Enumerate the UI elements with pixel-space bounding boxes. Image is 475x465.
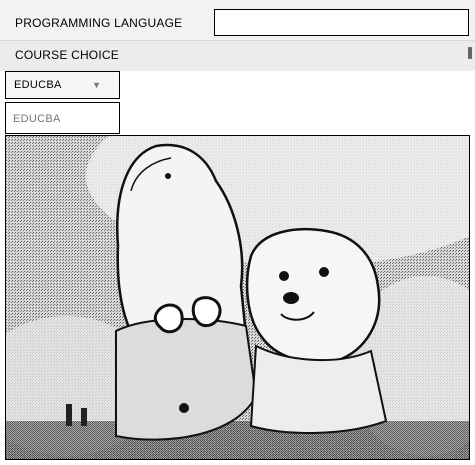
language-label: PROGRAMMING LANGUAGE xyxy=(15,16,183,30)
language-input[interactable] xyxy=(214,9,469,36)
course-dropdown-list: EDUCBA xyxy=(5,102,120,134)
course-label: COURSE CHOICE xyxy=(15,48,119,62)
scroll-indicator xyxy=(468,47,472,59)
combobox-value: EDUCBA xyxy=(14,79,62,91)
image-panel xyxy=(5,135,470,460)
chevron-down-icon: ▼ xyxy=(92,80,101,90)
dogs-photo-icon xyxy=(6,136,469,459)
course-row: COURSE CHOICE xyxy=(0,40,475,71)
course-combobox[interactable]: EDUCBA ▼ xyxy=(5,71,120,99)
dropdown-option[interactable]: EDUCBA xyxy=(13,113,61,125)
language-row: PROGRAMMING LANGUAGE xyxy=(0,0,475,40)
